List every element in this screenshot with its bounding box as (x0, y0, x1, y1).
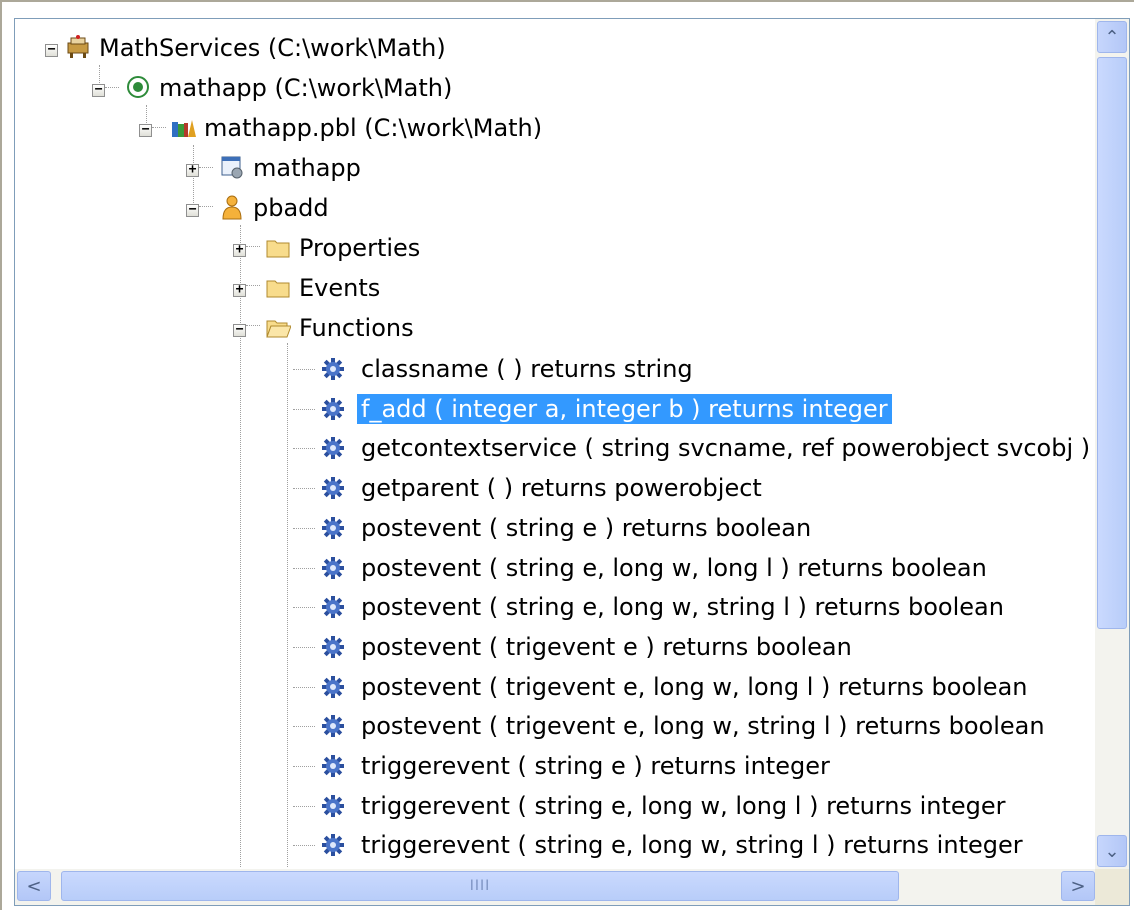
function-item[interactable]: classname ( ) returns string (15, 349, 1098, 389)
collapse-toggle[interactable]: − (186, 203, 199, 217)
function-item[interactable]: triggerevent ( string e, long w, string … (15, 825, 1098, 865)
function-label: getparent ( ) returns powerobject (361, 474, 762, 502)
tree-view[interactable]: − MathServices (C:\work\Math) − mathapp … (15, 19, 1098, 867)
collapse-toggle[interactable]: − (139, 123, 152, 137)
tree-node-label: mathapp.pbl (C:\work\Math) (204, 114, 543, 142)
function-label: classname ( ) returns string (361, 355, 693, 383)
tree-node-label: MathServices (C:\work\Math) (99, 34, 446, 62)
scrollbar-corner (1095, 869, 1129, 905)
tree-node-label: Events (299, 274, 381, 302)
tree-node-label: Properties (299, 234, 421, 262)
tree-node-label: mathapp (253, 154, 361, 182)
tree-node-label: Functions (299, 314, 414, 342)
workspace-icon (67, 35, 89, 58)
collapse-toggle[interactable]: − (92, 83, 105, 97)
function-label-selected: f_add ( integer a, integer b ) returns i… (357, 394, 892, 424)
tree-node-properties[interactable]: + Properties (15, 229, 615, 269)
gear-icon (322, 596, 344, 618)
gear-icon (322, 477, 344, 499)
tree-node-functions[interactable]: − Functions (15, 309, 615, 349)
expand-toggle[interactable]: + (233, 283, 246, 297)
expand-toggle[interactable]: + (186, 163, 199, 177)
function-item[interactable]: triggerevent ( string e, long w, long l … (15, 786, 1098, 826)
gear-icon (322, 358, 344, 380)
scroll-down-button[interactable]: ⌄ (1097, 835, 1127, 867)
vertical-scrollbar[interactable]: ⌃ ⌄ (1095, 19, 1129, 869)
horizontal-scrollbar[interactable]: < IIII > (15, 869, 1097, 905)
gear-icon (322, 795, 344, 817)
gear-icon (322, 636, 344, 658)
user-object-icon (222, 195, 242, 220)
function-label: postevent ( string e ) returns boolean (361, 514, 812, 542)
scroll-left-button[interactable]: < (17, 871, 51, 901)
target-icon (127, 76, 149, 98)
function-item[interactable]: postevent ( trigevent e ) returns boolea… (15, 627, 1098, 667)
tree-node-user-object[interactable]: − pbadd (15, 189, 615, 229)
folder-icon (266, 240, 290, 258)
function-label: triggerevent ( string e, long w, string … (361, 831, 1023, 859)
function-label: postevent ( trigevent e, long w, long l … (361, 673, 1028, 701)
tree-view-panel[interactable]: − MathServices (C:\work\Math) − mathapp … (14, 18, 1130, 906)
folder-icon (266, 280, 290, 298)
gear-icon (322, 437, 344, 459)
gear-icon (322, 834, 344, 856)
chevron-right-icon: > (1070, 875, 1086, 897)
gear-icon (322, 755, 344, 777)
scroll-right-button[interactable]: > (1061, 871, 1095, 901)
function-label: triggerevent ( string e ) returns intege… (361, 752, 830, 780)
function-item[interactable]: triggerevent ( string e ) returns intege… (15, 746, 1098, 786)
gear-icon (322, 557, 344, 579)
application-object-icon (221, 156, 243, 179)
function-label: postevent ( trigevent e ) returns boolea… (361, 633, 852, 661)
tree-node-application[interactable]: + mathapp (15, 149, 615, 189)
function-label: triggerevent ( string e, long w, long l … (361, 792, 1006, 820)
vertical-scroll-thumb[interactable] (1097, 57, 1127, 629)
function-item[interactable]: getcontextservice ( string svcname, ref … (15, 428, 1098, 468)
function-label: postevent ( string e, long w, long l ) r… (361, 554, 987, 582)
gear-icon (322, 715, 344, 737)
tree-node-target[interactable]: − mathapp (C:\work\Math) (15, 69, 615, 109)
tree-node-events[interactable]: + Events (15, 269, 615, 309)
function-item[interactable]: getparent ( ) returns powerobject (15, 468, 1098, 508)
horizontal-scroll-thumb[interactable]: IIII (61, 871, 899, 901)
function-label: postevent ( trigevent e, long w, string … (361, 712, 1045, 740)
collapse-toggle[interactable]: − (233, 323, 246, 337)
gear-icon (322, 676, 344, 698)
collapse-toggle[interactable]: − (45, 43, 58, 57)
scroll-up-button[interactable]: ⌃ (1097, 21, 1127, 53)
gear-icon (322, 398, 344, 420)
tree-node-library[interactable]: − mathapp.pbl (C:\work\Math) (15, 109, 615, 149)
function-label: postevent ( string e, long w, string l )… (361, 593, 1004, 621)
function-item[interactable]: f_add ( integer a, integer b ) returns i… (15, 389, 1098, 429)
tree-node-label: mathapp (C:\work\Math) (159, 74, 453, 102)
function-label: getcontextservice ( string svcname, ref … (361, 434, 1091, 462)
expand-toggle[interactable]: + (233, 243, 246, 257)
grip-icon: IIII (469, 878, 491, 894)
gear-icon (322, 517, 344, 539)
chevron-up-icon: ⌃ (1104, 26, 1120, 48)
function-item[interactable]: postevent ( trigevent e, long w, string … (15, 706, 1098, 746)
function-item[interactable]: postevent ( trigevent e, long w, long l … (15, 667, 1098, 707)
tree-node-workspace[interactable]: − MathServices (C:\work\Math) (15, 29, 615, 69)
function-item[interactable]: postevent ( string e, long w, long l ) r… (15, 548, 1098, 588)
tree-node-label: pbadd (253, 194, 329, 222)
chevron-down-icon: ⌄ (1104, 840, 1120, 862)
function-item[interactable]: postevent ( string e ) returns boolean (15, 508, 1098, 548)
folder-open-icon (266, 320, 291, 338)
chevron-left-icon: < (26, 875, 42, 897)
library-icon (172, 120, 196, 137)
function-item[interactable]: postevent ( string e, long w, string l )… (15, 587, 1098, 627)
